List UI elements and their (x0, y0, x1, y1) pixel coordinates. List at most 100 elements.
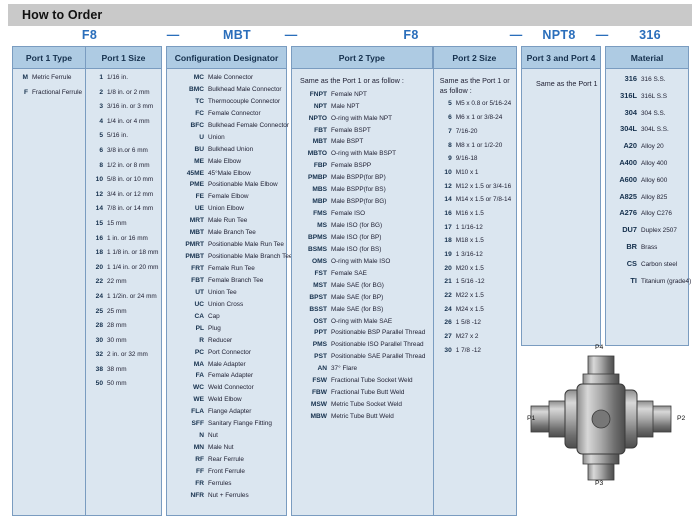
configuration-designator-description: Male Branch Tee (208, 229, 256, 237)
configuration-designator-row: ME Male Elbow (167, 158, 286, 166)
diagram-label-p3: P3 (595, 480, 604, 487)
port2-type-code: MBS (312, 186, 327, 194)
configuration-designator-code: FBT (191, 276, 204, 284)
configuration-designator-code: BFC (190, 121, 204, 129)
port1-size-description: 3/8 in.or 6 mm (107, 146, 148, 154)
port1-size-code: 10 (95, 176, 103, 184)
material-code: DU7 (622, 225, 637, 235)
material-row: A825 Alloy 825 (606, 192, 688, 201)
configuration-designator-description: Weld Connector (208, 384, 254, 392)
port2-type-description: Male ISO (for BP) (331, 233, 382, 241)
port2-size-description: 1 3/16-12 (455, 251, 483, 258)
material-row: DU7 Duplex 2507 (606, 226, 688, 234)
configuration-designator-row: U Union (167, 133, 286, 142)
port2-size-code: 20 (444, 264, 452, 272)
port1-type-row: M Metric Ferrule (13, 74, 85, 82)
port2-type-description: Male BSPP(for BP) (331, 174, 386, 182)
configuration-designator-row: PMRT Positionable Male Run Tee (167, 241, 286, 249)
configuration-designator-code: FA (195, 372, 204, 380)
port1-size-row: 3 3/16 in. or 3 mm (85, 103, 161, 111)
configuration-designator-row: FBT Female Branch Tee (167, 276, 286, 285)
port2-size-row: 19 1 3/16-12 (432, 251, 516, 259)
column-header-port3-port4: Port 3 and Port 4 (522, 47, 600, 69)
port1-size-row: 16 1 in. or 16 mm (85, 234, 161, 243)
port2-size-code: 26 (444, 319, 452, 327)
port1-size-description: 2 in. or 32 mm (107, 351, 148, 359)
configuration-designator-description: Bulkhead Union (208, 145, 254, 153)
configuration-designator-code: PME (189, 181, 204, 189)
port2-type-row: BSST Male SAE (for BS) (292, 306, 432, 314)
configuration-designator-list: MC Male Connector BMC Bulkhead Male Connect… (167, 69, 292, 499)
port2-type-description: Male ISO (for BG) (331, 222, 383, 230)
port1-size-code: 3 (99, 103, 103, 111)
port1-size-description: 25 mm (107, 307, 127, 315)
port2-type-description: Fractional Tube Socket Weld (331, 377, 413, 385)
port1-size-row: 10 5/8 in. or 10 mm (85, 176, 161, 184)
port1-size-description: 1 1/4 in. or 20 mm (107, 263, 159, 271)
configuration-designator-row: TC Thermocouple Connector (167, 98, 286, 106)
column-header-configuration-designator: Configuration Designator (167, 47, 286, 69)
port2-size-description: 9/16-18 (455, 155, 478, 163)
configuration-designator-row: FLA Flange Adapter (167, 408, 286, 416)
column-header-port1-size: Port 1 Size (85, 47, 161, 69)
port1-size-code: 15 (95, 219, 103, 227)
material-row: A20 Alloy 20 (606, 142, 688, 150)
part-number-segment-port2: F8 (403, 28, 419, 42)
configuration-designator-description: Sanitary Flange Fitting (208, 420, 272, 428)
port2-size-description: 1 7/8 -12 (455, 346, 481, 354)
configuration-designator-code: 45ME (186, 169, 204, 177)
material-code: A600 (619, 174, 637, 184)
port2-size-description: M5 x 0.8 or 5/16-24 (455, 100, 512, 108)
configuration-designator-description: Male Connector (208, 74, 254, 81)
port2-size-list: 5 M5 x 0.8 or 5/16-24 6 M6 x 1 or 3/8-24 7 7/… (432, 101, 516, 354)
configuration-designator-description: Union Tee (208, 288, 237, 296)
configuration-designator-row: MA Male Adapter (167, 361, 286, 369)
configuration-designator-description: Female Connector (208, 109, 261, 117)
port1-size-description: 3/4 in. or 12 mm (107, 190, 154, 198)
port2-type-row: MST Male SAE (for BG) (292, 282, 432, 290)
port2-size-code: 17 (444, 223, 452, 231)
port1-size-row: 2 1/8 in. or 2 mm (85, 89, 161, 97)
configuration-designator-description: Female Elbow (208, 193, 249, 201)
port2-type-row: MSW Metric Tube Socket Weld (292, 401, 432, 409)
port2-size-description: M24 x 1.5 (455, 305, 484, 313)
material-description: 304L S.S. (641, 126, 669, 134)
port1-size-row: 8 1/2 in. or 8 mm (85, 162, 161, 170)
configuration-designator-code: WC (193, 384, 204, 392)
material-description: 316 S.S. (641, 76, 666, 83)
configuration-designator-row: RF Rear Ferrule (167, 456, 286, 464)
port2-type-code: OMS (311, 257, 327, 265)
port1-size-code: 22 (95, 278, 103, 286)
port2-type-code: FNPT (309, 90, 327, 98)
material-code: A20 (623, 141, 637, 151)
port1-size-code: 16 (95, 234, 103, 242)
configuration-designator-code: U (199, 133, 204, 141)
material-row: A276 Alloy C276 (606, 209, 688, 217)
port2-column-divider (433, 47, 434, 515)
port2-type-row: FMS Female ISO (292, 210, 432, 218)
material-code: A400 (619, 157, 637, 167)
material-row: CS Carbon steel (606, 259, 688, 268)
material-description: Carbon steel (641, 260, 678, 268)
port2-type-description: Female NPT (331, 90, 367, 98)
port1-size-code: 32 (95, 351, 103, 359)
material-description: Alloy 400 (641, 159, 668, 167)
port2-type-row: PMBP Male BSPP(for BP) (292, 174, 432, 182)
cross-fitting-illustration (530, 355, 672, 481)
configuration-designator-description: Union Elbow (208, 205, 244, 213)
port2-type-row: PPT Positionable BSP Parallel Thread (292, 330, 432, 337)
port2-type-row: AN 37° Flare (292, 365, 432, 373)
port1-size-description: 7/8 in. or 14 mm (107, 205, 154, 213)
configuration-designator-code: FLA (191, 408, 204, 416)
port2-type-code: FBT (314, 126, 327, 134)
port2-size-code: 14 (444, 196, 452, 204)
material-code: 304 (624, 107, 637, 117)
port2-size-row: 20 M20 x 1.5 (432, 264, 516, 273)
port1-size-description: 3/16 in. or 3 mm (107, 103, 154, 111)
port1-size-code: 24 (95, 292, 103, 300)
port1-size-description: 1/16 in. (107, 74, 128, 81)
configuration-designator-row: PME Positionable Male Elbow (167, 182, 286, 189)
port2-type-description: Positionable SAE Parallel Thread (331, 353, 426, 361)
port1-type-description: Fractional Ferrule (32, 89, 83, 97)
port2-type-description: Male BSPP(for BG) (331, 198, 387, 206)
